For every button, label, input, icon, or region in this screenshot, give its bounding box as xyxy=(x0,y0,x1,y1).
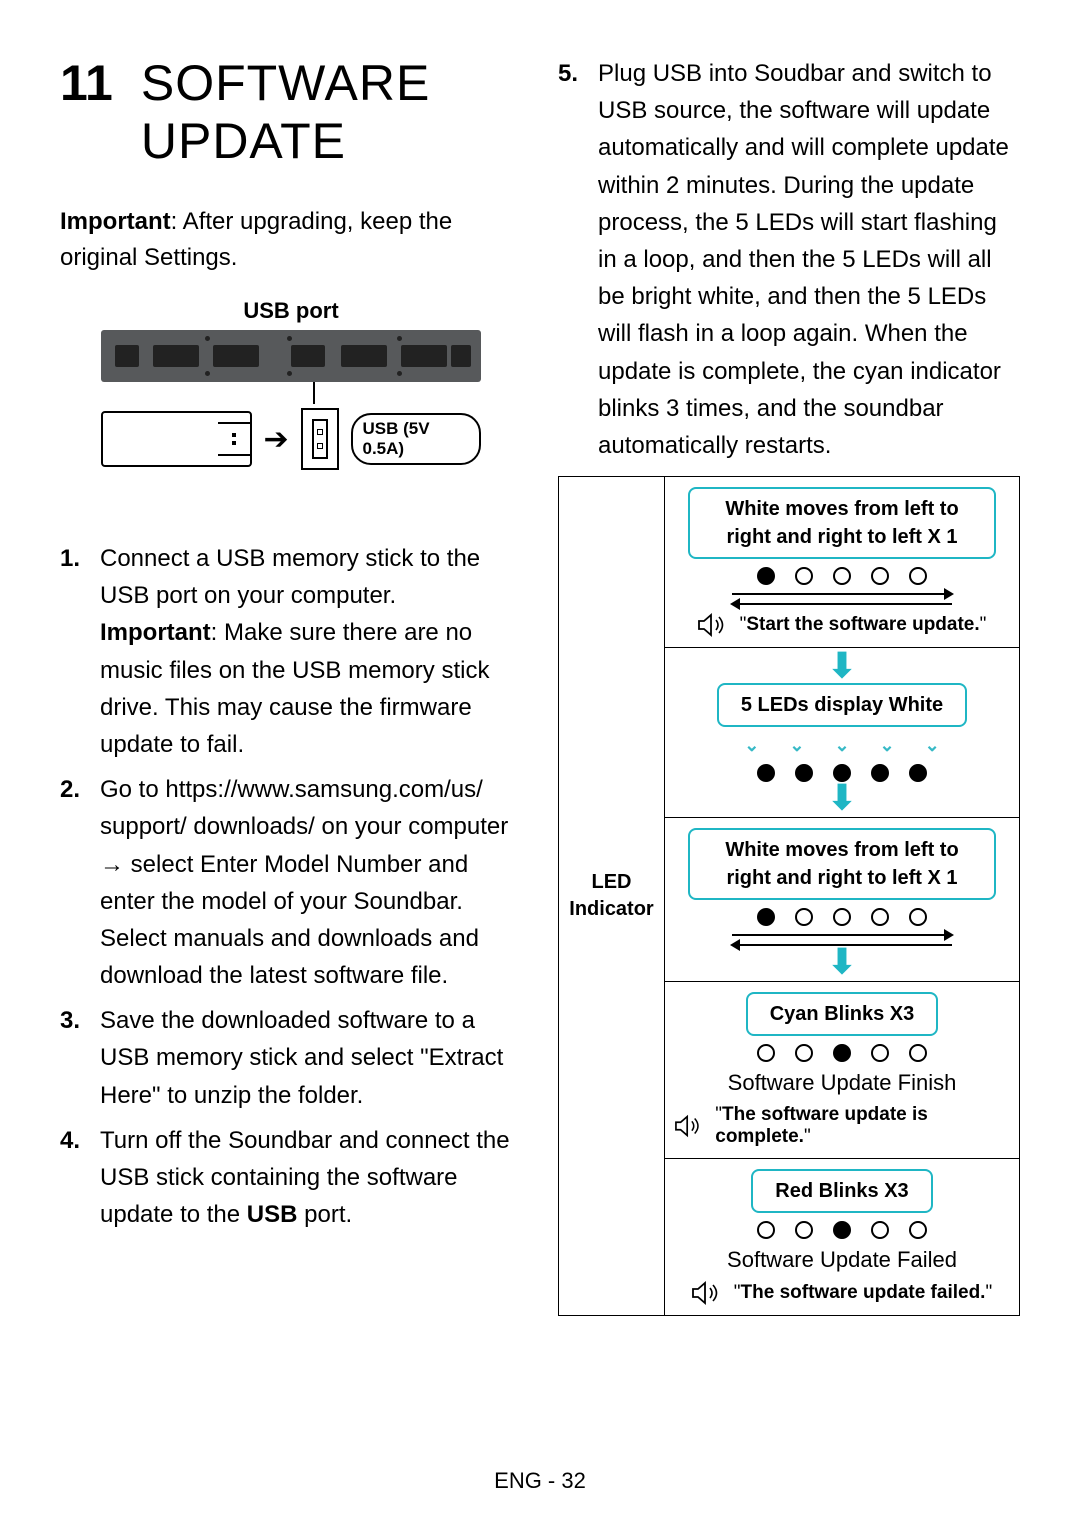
speaker-icon xyxy=(698,613,726,637)
cyan-blinks-text: Cyan Blinks X3 xyxy=(746,992,939,1036)
arrow-right-line xyxy=(732,593,952,595)
led-row-five-white: ⬇ 5 LEDs display White ⌄⌄⌄⌄⌄ ⬇ xyxy=(665,648,1019,818)
usb-port-caption: USB port xyxy=(101,298,481,324)
chapter-heading: 11 SOFTWARE UPDATE xyxy=(60,55,522,170)
led-indicator-row-header: LED Indicator xyxy=(559,477,665,1315)
led-dots-scan-2 xyxy=(757,908,927,926)
usb-port-label: USB (5V 0.5A) xyxy=(351,413,482,465)
led-row-scan-2: White moves from left to right and right… xyxy=(665,818,1019,982)
arrow-left-line xyxy=(732,603,952,605)
down-arrow-icon: ⬇ xyxy=(828,790,857,807)
led-scan-text-2: White moves from left to right and right… xyxy=(688,828,995,900)
step-5: Plug USB into Soudbar and switch to USB … xyxy=(558,55,1020,464)
step-1-important-label: Important xyxy=(100,619,211,646)
step-2: Go to https://www.samsung.com/us/ suppor… xyxy=(60,771,522,994)
led-dots-cyan xyxy=(757,1044,927,1062)
step-4: Turn off the Soundbar and connect the US… xyxy=(60,1122,522,1234)
step-4-usb-bold: USB xyxy=(247,1201,298,1228)
usb-stick-illustration xyxy=(101,411,252,467)
down-arrow-icon: ⬇ xyxy=(828,954,857,971)
finish-text: Software Update Finish xyxy=(728,1070,957,1096)
voice-complete-line: "The software update is complete." xyxy=(675,1104,1009,1148)
voice-start-text: Start the software update. xyxy=(746,614,979,635)
step-1: Connect a USB memory stick to the USB po… xyxy=(60,540,522,763)
speaker-icon xyxy=(692,1281,720,1305)
chapter-title: SOFTWARE UPDATE xyxy=(141,55,522,170)
usb-figure: USB port ➔ USB (5V 0.5A) xyxy=(101,298,481,470)
step-1-text: Connect a USB memory stick to the USB po… xyxy=(100,545,480,609)
chevron-row: ⌄⌄⌄⌄⌄ xyxy=(744,735,939,756)
voice-failed-text: The software update failed. xyxy=(741,1282,986,1303)
step-2-text: Go to https://www.samsung.com/us/ suppor… xyxy=(100,776,508,989)
led-scan-text-1: White moves from left to right and right… xyxy=(688,487,995,559)
voice-failed-line: "The software update failed." xyxy=(692,1281,992,1305)
important-note: Important: After upgrading, keep the ori… xyxy=(60,204,522,276)
soundbar-back-illustration xyxy=(101,330,481,382)
step-3-text: Save the downloaded software to a USB me… xyxy=(100,1007,503,1108)
voice-start-line: "Start the software update." xyxy=(698,613,987,637)
page-footer: ENG - 32 xyxy=(0,1468,1080,1494)
down-arrow-icon: ⬇ xyxy=(828,658,857,675)
failed-text: Software Update Failed xyxy=(727,1247,957,1273)
led-row-scan-1: White moves from left to right and right… xyxy=(665,477,1019,648)
step-5-text: Plug USB into Soudbar and switch to USB … xyxy=(598,60,1009,459)
red-blinks-text: Red Blinks X3 xyxy=(751,1169,932,1213)
arrow-right-line xyxy=(732,934,952,936)
voice-complete-text: The software update is complete. xyxy=(715,1104,928,1147)
led-dots-scan-1 xyxy=(757,567,927,585)
led-dots-red xyxy=(757,1221,927,1239)
important-label: Important xyxy=(60,208,171,235)
step-3: Save the downloaded software to a USB me… xyxy=(60,1002,522,1114)
five-white-text: 5 LEDs display White xyxy=(717,683,967,727)
step-4-text-c: port. xyxy=(297,1201,352,1228)
arrow-right-icon: ➔ xyxy=(264,422,289,457)
usb-port-illustration xyxy=(301,408,339,470)
led-row-red: Red Blinks X3 Software Update Failed "Th… xyxy=(665,1159,1019,1315)
led-indicator-table: LED Indicator White moves from left to r… xyxy=(558,476,1020,1316)
speaker-icon xyxy=(675,1114,701,1138)
led-row-cyan: Cyan Blinks X3 Software Update Finish "T… xyxy=(665,982,1019,1159)
arrow-left-line xyxy=(732,944,952,946)
chapter-number: 11 xyxy=(60,58,113,108)
